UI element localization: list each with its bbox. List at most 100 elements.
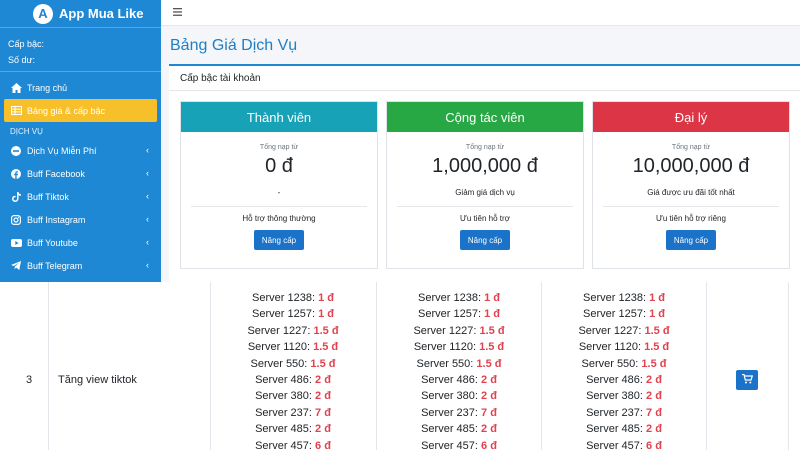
server-name: Server 1238: bbox=[252, 292, 315, 304]
server-price-line: Server 237: 7 đ bbox=[376, 405, 542, 421]
tier-price: 1,000,000 đ bbox=[432, 155, 538, 177]
server-price-line: Server 486: 2 đ bbox=[376, 372, 542, 388]
tier-description: Giá được ưu đãi tốt nhất bbox=[647, 188, 735, 197]
server-price-line: Server 485: 2 đ bbox=[541, 421, 707, 437]
server-price-line: Server 1238: 1 đ bbox=[541, 290, 707, 306]
price-column-agency: Server 1238: 1 đ Server 1257: 1 đ Server 1… bbox=[541, 290, 707, 450]
tier-subtitle: Tổng nạp từ bbox=[465, 144, 505, 151]
tier-price: 0 đ bbox=[265, 155, 293, 177]
chevron-left-icon: ‹ bbox=[146, 191, 149, 201]
server-name: Server 457: bbox=[421, 439, 478, 450]
server-price: 6 đ bbox=[646, 439, 662, 450]
server-price: 1.5 đ bbox=[479, 324, 505, 337]
card-title: Cấp bậc tài khoản bbox=[169, 66, 800, 91]
server-name: Server 1227: bbox=[413, 324, 477, 337]
upgrade-button[interactable]: Nâng cấp bbox=[254, 230, 304, 250]
column-divider bbox=[48, 282, 49, 450]
server-price-line: Server 457: 6 đ bbox=[210, 438, 376, 450]
brand[interactable]: A App Mua Like bbox=[0, 0, 161, 28]
server-price-line: Server 457: 6 đ bbox=[376, 438, 542, 450]
sidebar-item-label: Buff Youtube bbox=[27, 237, 78, 248]
server-price: 7 đ bbox=[315, 406, 331, 419]
buy-button[interactable] bbox=[736, 370, 758, 390]
sidebar-item-label: Bảng giá & cấp bậc bbox=[27, 105, 106, 116]
chevron-left-icon: ‹ bbox=[146, 145, 149, 155]
server-price: 2 đ bbox=[481, 390, 497, 403]
server-name: Server 550: bbox=[581, 357, 639, 370]
server-name: Server 457: bbox=[255, 439, 312, 450]
sidebar-item-home[interactable]: Trang chủ bbox=[4, 76, 157, 99]
server-price: 1 đ bbox=[649, 292, 665, 304]
server-price: 7 đ bbox=[646, 406, 662, 419]
tier-subtitle: Tổng nạp từ bbox=[671, 144, 711, 151]
server-price-line: Server 237: 7 đ bbox=[541, 405, 707, 421]
server-price: 1.5 đ bbox=[479, 341, 505, 354]
sidebar-item-label: Buff Telegram bbox=[27, 260, 83, 271]
server-price: 1.5 đ bbox=[644, 324, 670, 337]
sidebar-item-label: Buff Tiktok bbox=[27, 191, 69, 202]
divider bbox=[603, 206, 779, 207]
server-price: 1.5 đ bbox=[313, 324, 339, 337]
page-title: Bảng Giá Dịch Vụ bbox=[170, 37, 298, 54]
telegram-icon bbox=[10, 260, 22, 272]
service-name: Tăng view tiktok bbox=[58, 374, 137, 386]
server-name: Server 237: bbox=[421, 406, 478, 419]
sidebar-item-tiktok[interactable]: Buff Tiktok ‹ bbox=[4, 185, 157, 208]
server-price-line: Server 1257: 1 đ bbox=[541, 306, 707, 322]
server-price: 2 đ bbox=[646, 423, 662, 436]
server-price: 1.5 đ bbox=[641, 357, 667, 370]
server-price: 1 đ bbox=[484, 308, 500, 321]
sidebar-item-facebook[interactable]: Buff Facebook ‹ bbox=[4, 162, 157, 185]
sidebar-item-instagram[interactable]: Buff Instagram ‹ bbox=[4, 208, 157, 231]
server-price-line: Server 1120: 1.5 đ bbox=[376, 339, 542, 355]
main-content: Bảng Giá Dịch Vụ Cấp bậc tài khoản Thành… bbox=[161, 26, 800, 302]
rank-label: Cấp bậc: bbox=[8, 39, 45, 49]
server-price-line: Server 1227: 1.5 đ bbox=[376, 323, 542, 339]
server-price-line: Server 485: 2 đ bbox=[376, 421, 542, 437]
server-price-line: Server 457: 6 đ bbox=[541, 438, 707, 450]
tier-support: Hỗ trợ thông thường bbox=[242, 214, 316, 223]
server-name: Server 1120: bbox=[578, 341, 642, 354]
home-icon bbox=[10, 82, 22, 94]
instagram-icon bbox=[10, 214, 22, 226]
section-label-services: DỊCH VỤ bbox=[10, 127, 43, 136]
sidebar-item-label: Trang chủ bbox=[27, 82, 68, 93]
sidebar-item-free-services[interactable]: Dịch Vụ Miễn Phí ‹ bbox=[4, 139, 157, 162]
tier-member: Thành viên Tổng nạp từ 0 đ - Hỗ trợ thôn… bbox=[180, 101, 378, 269]
sidebar-item-telegram[interactable]: Buff Telegram ‹ bbox=[4, 254, 157, 277]
minus-circle-icon bbox=[10, 145, 22, 157]
server-price: 6 đ bbox=[315, 439, 331, 450]
server-price-line: Server 486: 2 đ bbox=[541, 372, 707, 388]
upgrade-button[interactable]: Nâng cấp bbox=[460, 230, 510, 250]
price-column-member: Server 1238: 1 đ Server 1257: 1 đ Server 1… bbox=[210, 290, 376, 450]
server-name: Server 550: bbox=[250, 357, 308, 370]
tier-header: Thành viên bbox=[181, 102, 377, 132]
price-column-collaborator: Server 1238: 1 đ Server 1257: 1 đ Server 1… bbox=[376, 290, 542, 450]
server-name: Server 457: bbox=[586, 439, 643, 450]
server-price-line: Server 380: 2 đ bbox=[376, 388, 542, 404]
sidebar-item-pricing[interactable]: Bảng giá & cấp bậc bbox=[4, 99, 157, 122]
server-price-line: Server 550: 1.5 đ bbox=[541, 356, 707, 372]
server-price: 1.5 đ bbox=[310, 357, 336, 370]
server-price: 2 đ bbox=[481, 423, 497, 436]
sidebar-nav: Trang chủ Bảng giá & cấp bậc DỊCH VỤ Dịc… bbox=[0, 72, 161, 277]
server-price-line: Server 1227: 1.5 đ bbox=[210, 323, 376, 339]
server-name: Server 486: bbox=[255, 373, 312, 386]
tier-header: Đại lý bbox=[593, 102, 789, 132]
sidebar: A App Mua Like Cấp bậc: Số dư: Trang chủ… bbox=[0, 0, 161, 282]
divider bbox=[397, 206, 573, 207]
facebook-icon bbox=[10, 168, 22, 180]
server-price-line: Server 550: 1.5 đ bbox=[376, 356, 542, 372]
tier-header: Cộng tác viên bbox=[387, 102, 583, 132]
server-price-line: Server 1238: 1 đ bbox=[376, 290, 542, 306]
user-info: Cấp bậc: Số dư: bbox=[0, 28, 161, 72]
server-name: Server 380: bbox=[586, 390, 643, 403]
upgrade-button[interactable]: Nâng cấp bbox=[666, 230, 716, 250]
pricing-table: 3 Tăng view tiktok Server 1238: 1 đ Serve… bbox=[0, 282, 800, 450]
server-price-line: Server 486: 2 đ bbox=[210, 372, 376, 388]
server-name: Server 1227: bbox=[247, 324, 311, 337]
hamburger-icon[interactable] bbox=[173, 7, 182, 19]
sidebar-item-youtube[interactable]: Buff Youtube ‹ bbox=[4, 231, 157, 254]
chevron-left-icon: ‹ bbox=[146, 237, 149, 247]
server-name: Server 550: bbox=[416, 357, 474, 370]
